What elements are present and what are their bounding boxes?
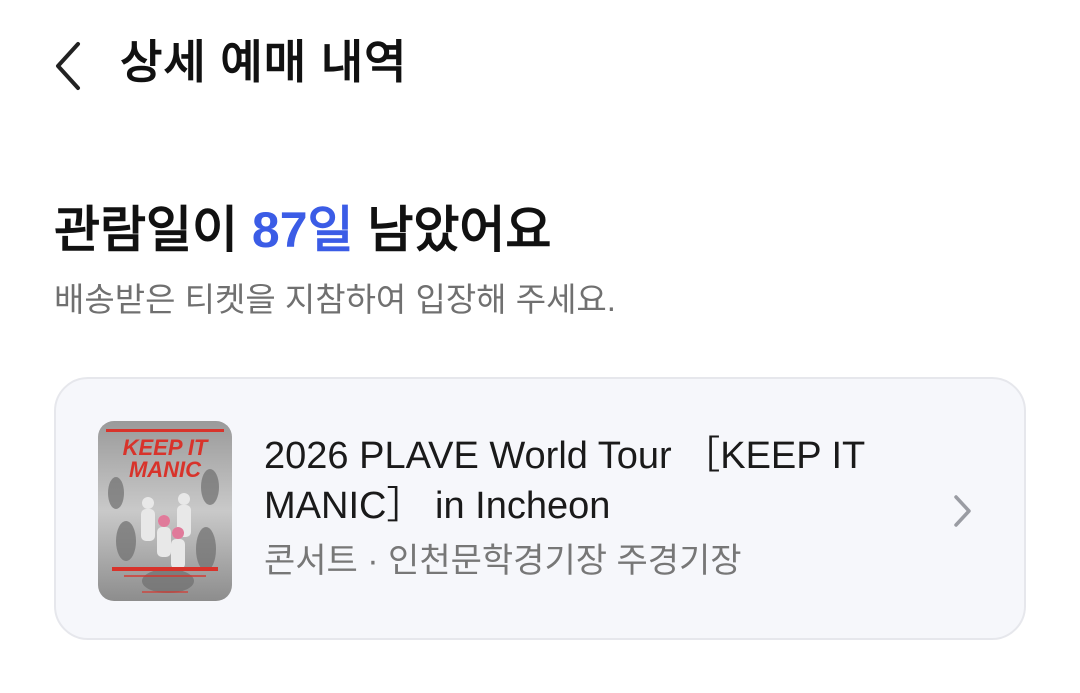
entry-instruction: 배송받은 티켓을 지참하여 입장해 주세요. xyxy=(54,281,616,318)
page-title: 상세 예매 내역 xyxy=(120,36,408,88)
event-card[interactable]: KEEP IT MANIC 2026 PLAVE World Tour ［KEE… xyxy=(54,377,1026,640)
days-heading-suffix: 남았어요 xyxy=(353,202,552,258)
chevron-left-icon xyxy=(56,42,80,90)
event-title: 2026 PLAVE World Tour ［KEEP IT MANIC］ in… xyxy=(264,435,865,527)
poster-headline-line2: MANIC xyxy=(129,457,202,482)
event-meta: 콘서트 · 인천문학경기장 주경기장 xyxy=(264,542,742,580)
back-button[interactable] xyxy=(40,34,96,98)
days-remaining-heading: 관람일이 87일 남았어요 xyxy=(54,196,551,264)
event-poster-image: KEEP IT MANIC xyxy=(98,421,232,601)
days-heading-prefix: 관람일이 xyxy=(54,202,252,258)
days-count: 87일 xyxy=(251,202,354,258)
chevron-right-icon xyxy=(954,495,971,527)
header: 상세 예매 내역 xyxy=(0,0,1080,130)
